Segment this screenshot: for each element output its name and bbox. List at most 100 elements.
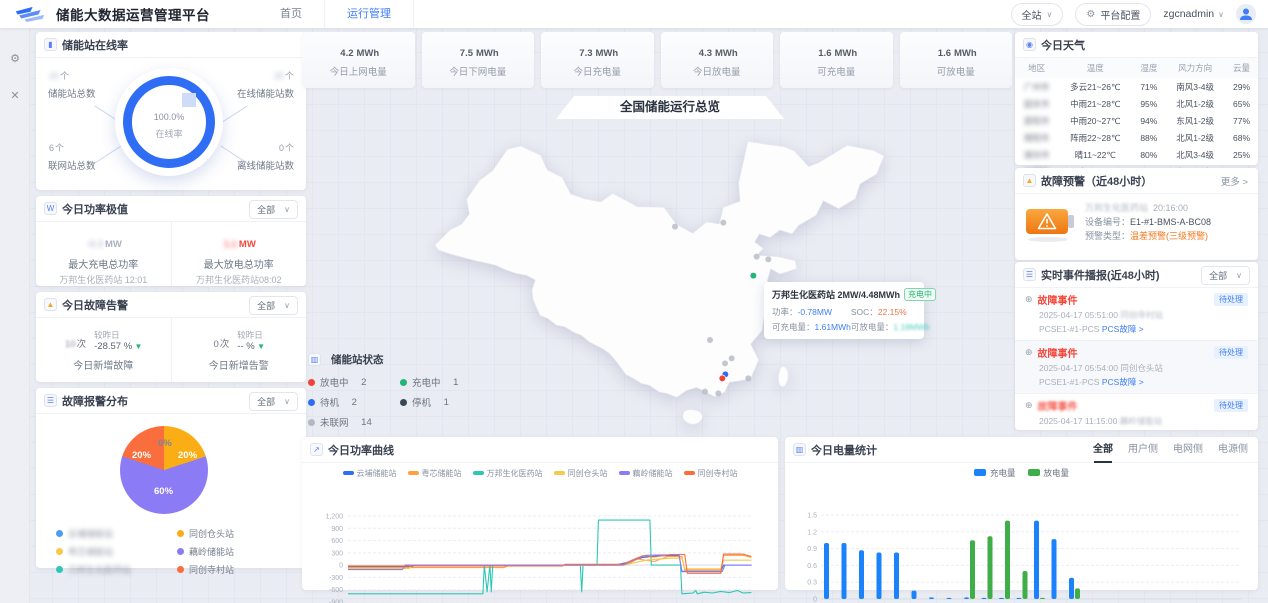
filter-dropdown[interactable]: 全部∨ — [249, 296, 298, 315]
event-item[interactable]: ⊕故障事件待处理 2025-04-17 11:15:00 藕岭储能站 PCSE1… — [1015, 393, 1258, 430]
svg-text:300: 300 — [331, 550, 343, 557]
power-curve-chart[interactable]: 1,2009006003000-300-600-90000:0002:0004:… — [310, 510, 762, 603]
event-marker-icon: ⊕ — [1025, 347, 1033, 358]
line-legend[interactable]: 云埔储能站 粤芯储能站 万邦生化医药站 同创仓头站 藕岭储能站 同创寺村站 — [302, 468, 778, 479]
online-rate-panel: ▮ 储能站在线率 20个 储能站总数 20个 在线储能站数 6个 联网站总数 0… — [36, 32, 306, 190]
app-header: 储能大数据运营管理平台 首页 运行管理 全站 ∨ ⚙ 平台配置 zgcnadmi… — [0, 0, 1268, 28]
svg-text:0: 0 — [813, 597, 817, 603]
event-link[interactable]: PCS故障 > — [1102, 377, 1144, 387]
filter-dropdown[interactable]: 全部∨ — [1201, 266, 1250, 285]
chevron-down-icon: ∨ — [1218, 10, 1224, 19]
weather-row: 邵阳市中雨20~27℃94%东风1-2级77% — [1015, 112, 1258, 129]
station-status-legend: ▥储能站状态 放电中 2 充电中 1 待机 2 停机 1 未联网 14 — [308, 352, 483, 429]
username: zgcnadmin — [1163, 8, 1214, 20]
user-menu[interactable]: zgcnadmin ∨ — [1163, 8, 1224, 20]
panel-title: 储能站在线率 — [62, 37, 128, 53]
kpi-card: 4.3MWh今日放电量 — [661, 32, 774, 88]
tab-source-side[interactable]: 电源侧 — [1218, 437, 1248, 463]
svg-text:0.6: 0.6 — [807, 563, 817, 570]
panel-title: 故障报警分布 — [62, 393, 128, 409]
chevron-down-icon: ∨ — [284, 301, 290, 310]
events-panel: ☰ 实时事件播报(近48小时) 全部∨ ⊕故障事件待处理 2025-04-17 … — [1015, 262, 1258, 430]
panel-title: 今日故障告警 — [62, 297, 128, 313]
new-alarms-today: 0次 较昨日 -- % ▼ 今日新增告警 — [171, 318, 307, 382]
nav-operations[interactable]: 运行管理 — [324, 0, 414, 28]
pending-badge[interactable]: 待处理 — [1214, 399, 1248, 412]
panel-title: 今日功率曲线 — [328, 442, 394, 458]
pie-label: 0% — [158, 438, 172, 449]
map-banner-title: 全国储能运行总览 — [556, 96, 784, 119]
stat-offline-stations: 0个 离线储能站数 — [237, 136, 294, 172]
svg-text:600: 600 — [331, 538, 343, 545]
kpi-card: 1.6MWh可充电量 — [780, 32, 893, 88]
pie-label: 20% — [132, 450, 151, 461]
panel-title: 今日功率极值 — [62, 201, 128, 217]
event-item[interactable]: ⊕故障事件待处理 2025-04-17 05:51:00 同创寺村站 PCSE1… — [1015, 288, 1258, 340]
pending-badge[interactable]: 待处理 — [1214, 346, 1248, 359]
max-charge-power: -0.3MW 最大充电总功率 万邦生化医药站 12:01 — [36, 222, 171, 286]
bar-icon: ▮ — [44, 38, 57, 51]
china-map — [430, 130, 910, 430]
platform-config-button[interactable]: ⚙ 平台配置 — [1075, 3, 1151, 26]
tab-grid-side[interactable]: 电网侧 — [1173, 437, 1203, 463]
svg-text:-900: -900 — [329, 600, 343, 603]
down-arrow-icon: ▼ — [135, 342, 143, 351]
charging-station-dot — [750, 272, 757, 279]
power-curve-panel: ↗ 今日功率曲线 云埔储能站 粤芯储能站 万邦生化医药站 同创仓头站 藕岭储能站… — [302, 437, 778, 590]
kpi-card: 1.6MWh可放电量 — [900, 32, 1013, 88]
energy-tabs: 全部 用户侧 电网侧 电源侧 — [1093, 437, 1248, 463]
line-chart-icon: ↗ — [310, 443, 323, 456]
weather-row: 揭阳市阵雨22~28℃88%北风1-2级68% — [1015, 129, 1258, 146]
dashboard: 储能大数据运营管理平台 首页 运行管理 全站 ∨ ⚙ 平台配置 zgcnadmi… — [0, 0, 1268, 603]
tab-user-side[interactable]: 用户侧 — [1128, 437, 1158, 463]
warning-icon: ▲ — [44, 298, 57, 311]
gear-icon[interactable]: ⚙ — [0, 52, 30, 65]
svg-text:-600: -600 — [329, 587, 343, 594]
energy-bar-chart[interactable]: 00.30.60.91.21.500:0002:0004:0006:0008:0… — [793, 507, 1248, 603]
panel-title: 实时事件播报(近48小时) — [1041, 267, 1160, 283]
fault-alarm-panel: ▲ 今日故障告警 全部∨ 10次 较昨日 -28.57 % ▼ 今日新增故障 — [36, 292, 306, 382]
filter-dropdown[interactable]: 全部∨ — [249, 392, 298, 411]
event-marker-icon: ⊕ — [1025, 400, 1033, 411]
main-nav: 首页 运行管理 — [258, 0, 414, 28]
event-link[interactable]: PCS故障 > — [1102, 324, 1144, 334]
pending-badge[interactable]: 待处理 — [1214, 293, 1248, 306]
kpi-card: 7.3MWh今日充电量 — [541, 32, 654, 88]
avatar[interactable] — [1236, 4, 1256, 24]
close-icon[interactable]: ✕ — [0, 89, 30, 102]
event-list: ⊕故障事件待处理 2025-04-17 05:51:00 同创寺村站 PCSE1… — [1015, 288, 1258, 430]
kpi-card: 7.5MWh今日下网电量 — [422, 32, 535, 88]
station-tooltip: 万邦生化医药站 2MW/4.48MWh 充电中 功率：-0.78MW SOC：2… — [764, 282, 924, 339]
event-item[interactable]: ⊕故障事件待处理 2025-04-17 05:54:00 同创仓头站 PCSE1… — [1015, 340, 1258, 393]
tab-all[interactable]: 全部 — [1093, 437, 1113, 463]
weather-icon: ◉ — [1023, 38, 1036, 51]
stat-online-stations: 20个 在线储能站数 — [237, 64, 294, 100]
nav-home[interactable]: 首页 — [258, 0, 324, 28]
watt-icon: W — [44, 202, 57, 215]
stat-connected-stations: 6个 联网站总数 — [48, 136, 96, 172]
chevron-down-icon: ∨ — [284, 205, 290, 214]
charging-status-badge: 充电中 — [904, 288, 936, 301]
fault-distribution-panel: ☰ 故障报警分布 全部∨ 20% 0% 20% 60% 云埔储能站 粤芯储能站 … — [36, 388, 306, 568]
fault-warning-panel: ▲ 故障预警（近48小时） 更多 > 万邦生化医药站 20:16:00 设备编号… — [1015, 168, 1258, 260]
panel-title: 今日电量统计 — [811, 442, 877, 458]
more-link[interactable]: 更多 > — [1221, 174, 1248, 188]
svg-text:1.2: 1.2 — [807, 529, 817, 536]
weather-row: 潍坊市晴11~22℃80%北风3-4级25% — [1015, 146, 1258, 163]
svg-text:900: 900 — [331, 526, 343, 533]
panel-title: 今日天气 — [1041, 37, 1085, 53]
energy-stats-panel: ▥ 今日电量统计 全部 用户侧 电网侧 电源侧 充电量 放电量 00.30.60… — [785, 437, 1258, 590]
site-selector[interactable]: 全站 ∨ — [1011, 3, 1064, 26]
svg-text:1.5: 1.5 — [807, 513, 817, 520]
svg-text:-300: -300 — [329, 575, 343, 582]
new-faults-today: 10次 较昨日 -28.57 % ▼ 今日新增故障 — [36, 318, 171, 382]
pie-label: 20% — [178, 450, 197, 461]
stat-total-stations: 20个 储能站总数 — [48, 64, 96, 100]
weather-table: 地区温度湿度风力方向云量 广州市多云21~26℃71%南风3-4级29% 韶关市… — [1015, 58, 1258, 180]
pie-label: 60% — [154, 486, 173, 497]
status-icon: ▥ — [308, 353, 321, 366]
brand-logo-icon — [14, 5, 46, 23]
battery-warning-icon — [1025, 203, 1077, 243]
bar-legend[interactable]: 充电量 放电量 — [785, 467, 1258, 479]
filter-dropdown[interactable]: 全部∨ — [249, 200, 298, 219]
